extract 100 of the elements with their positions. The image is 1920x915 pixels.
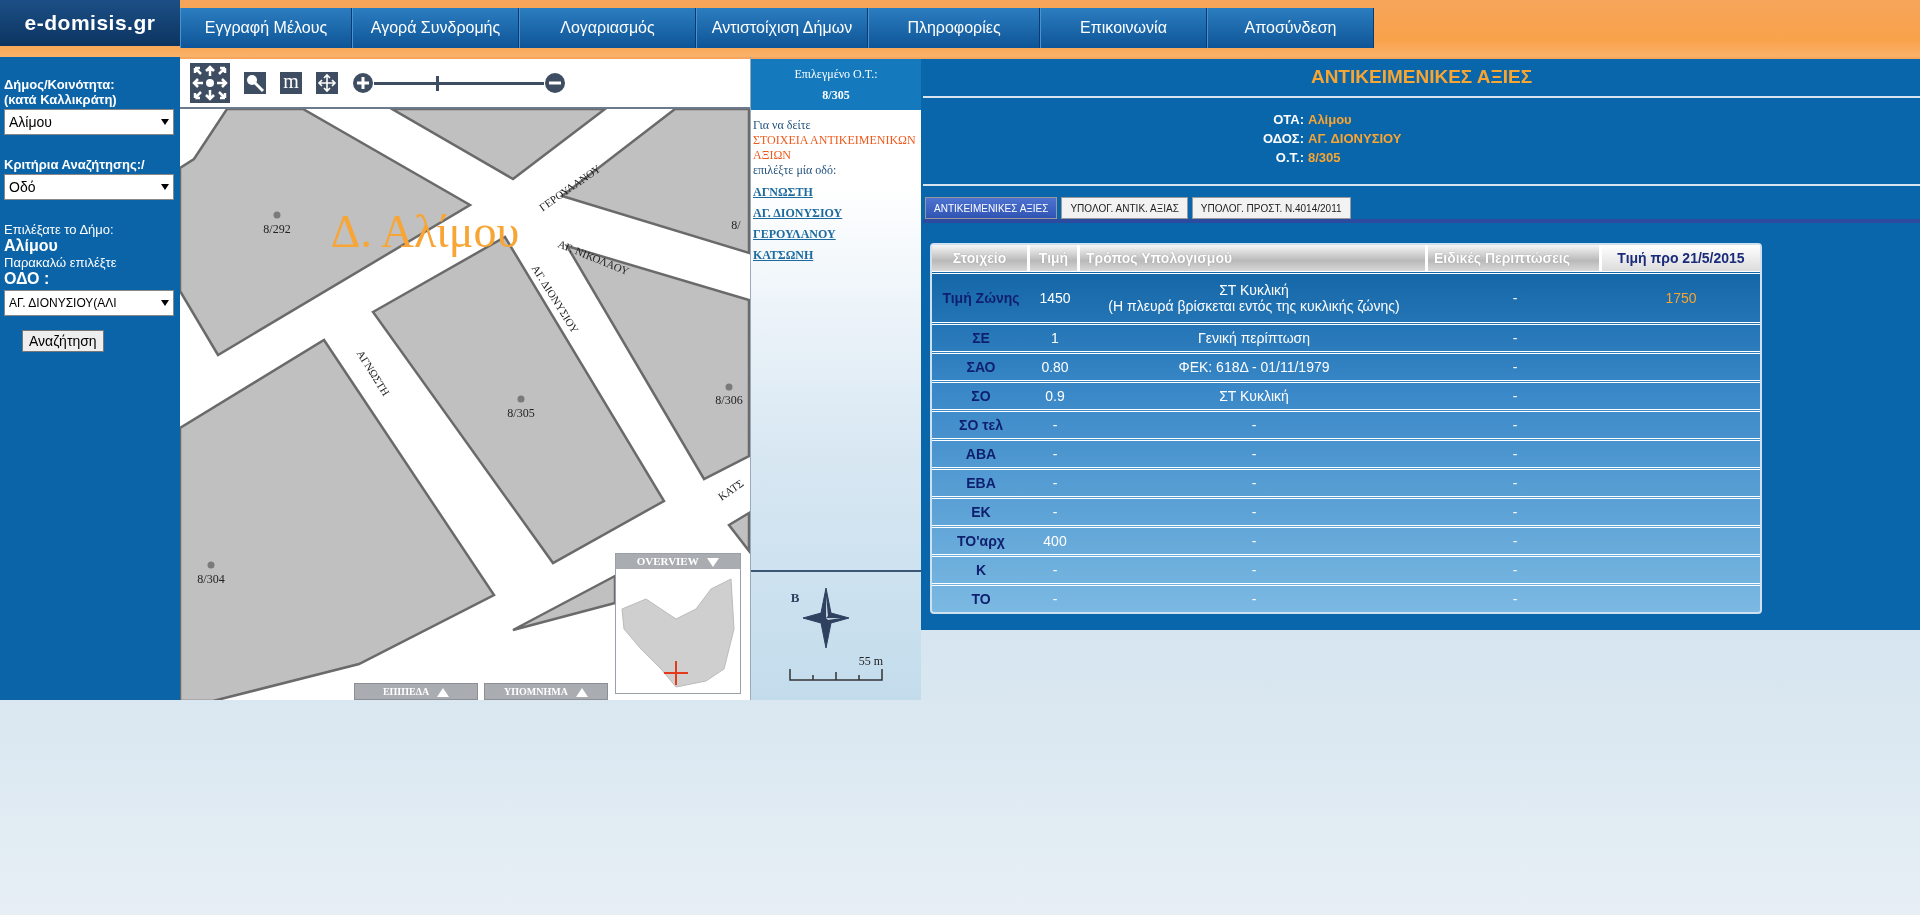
- zoom-in-icon[interactable]: [352, 72, 374, 94]
- page-title: ΑΝΤΙΚΕΙΜΕΝΙΚΕΣ ΑΞΙΕΣ: [1309, 65, 1534, 89]
- hint-text: Παρακαλώ επιλέξτε: [4, 255, 118, 270]
- block-label: 8/: [731, 218, 741, 232]
- nav-link[interactable]: Αγορά Συνδρομής: [352, 8, 519, 48]
- tab[interactable]: ΥΠΟΛΟΓ. ΑΝΤΙΚ. ΑΞΙΑΣ: [1061, 197, 1188, 219]
- criteria-select[interactable]: Οδό: [4, 174, 174, 200]
- table-cell: 1750: [1602, 271, 1760, 322]
- block-label: 8/304: [197, 572, 225, 586]
- nav-link[interactable]: Αντιστοίχιση Δήμων: [696, 8, 868, 48]
- block-label: 8/305: [507, 406, 535, 420]
- municipality-select[interactable]: Αλίμου: [4, 109, 174, 135]
- table-cell: -: [1428, 467, 1602, 496]
- table-cell: ΣΑΟ: [932, 351, 1030, 380]
- selected-block-value: 8/305: [821, 87, 851, 103]
- table-cell: -: [1080, 525, 1428, 554]
- city-block[interactable]: [180, 338, 496, 700]
- table-cell: ΕΒΑ: [932, 467, 1030, 496]
- table-cell: Κ: [932, 554, 1030, 583]
- pan-arrows-icon[interactable]: [190, 63, 230, 103]
- detail-value: Αλίμου: [1308, 111, 1352, 129]
- field-label: ΟΔΟ :: [4, 270, 51, 288]
- table-cell: ΣΟ τελ: [932, 409, 1030, 438]
- table-cell: -: [1428, 583, 1602, 612]
- table-cell: -: [1030, 554, 1080, 583]
- triangle-down-icon: [707, 557, 720, 567]
- nav-link[interactable]: Πληροφορίες: [868, 8, 1040, 48]
- table-cell: ΣΕ: [932, 322, 1030, 351]
- table-cell: -: [1030, 438, 1080, 467]
- street-select[interactable]: ΑΓ. ΔΙΟΝΥΣΙΟΥ(ΑΛΙ: [4, 290, 174, 316]
- dropdown-caret-icon: [161, 119, 169, 125]
- block-label: 8/306: [715, 393, 743, 407]
- detail-value: ΑΓ. ΔΙΟΝΥΣΙΟΥ: [1308, 130, 1402, 148]
- table-cell: -: [1428, 496, 1602, 525]
- table-cell: -: [1080, 583, 1428, 612]
- table-cell: ΣΟ: [932, 380, 1030, 409]
- hint-text: Επιλέξατε το Δήμο:: [4, 222, 115, 237]
- block-marker: [207, 561, 215, 569]
- nav-link[interactable]: Λογαριασμός: [519, 8, 696, 48]
- city-block[interactable]: [511, 573, 617, 632]
- zoom-slider-thumb[interactable]: [435, 75, 439, 91]
- nav-link[interactable]: Αποσύνδεση: [1207, 8, 1374, 48]
- field-label: Δήμος/Κοινότητα: (κατά Καλλικράτη): [4, 77, 118, 107]
- table-cell: -: [1080, 554, 1428, 583]
- column-header: Τιμή: [1030, 245, 1080, 271]
- search-icon[interactable]: [244, 72, 266, 94]
- table-cell: -: [1428, 271, 1602, 322]
- nav-link[interactable]: Επικοινωνία: [1040, 8, 1207, 48]
- table-cell: -: [1080, 496, 1428, 525]
- table-cell: Τιμή Ζώνης: [932, 271, 1030, 322]
- header-title: Επιλεγμένο Ο.Τ.:: [793, 66, 879, 82]
- block-marker: [517, 395, 525, 403]
- column-header: Τρόπος Υπολογισμού: [1080, 245, 1428, 271]
- table-cell: -: [1428, 380, 1602, 409]
- search-button[interactable]: Αναζήτηση: [22, 330, 104, 352]
- table-cell: -: [1428, 351, 1602, 380]
- table-cell: 0.9: [1030, 380, 1080, 409]
- table-cell: -: [1030, 467, 1080, 496]
- tab[interactable]: ΥΠΟΛΟΓ. ΠΡΟΣΤ. Ν.4014/2011: [1191, 197, 1351, 219]
- logo[interactable]: e-domisis.gr: [0, 0, 180, 46]
- table-cell: -: [1428, 554, 1602, 583]
- table-cell: ΑΒΑ: [932, 438, 1030, 467]
- table-cell: -: [1080, 409, 1428, 438]
- table-cell: ΤΟ: [932, 583, 1030, 612]
- measure-tool[interactable]: m: [280, 72, 302, 94]
- triangle-up-icon: [437, 688, 450, 698]
- move-icon[interactable]: [316, 72, 338, 94]
- table-cell: 0.80: [1030, 351, 1080, 380]
- detail-value: 8/305: [1308, 149, 1341, 167]
- detail-label: ΟΤΑ:: [1272, 111, 1305, 129]
- nav-link[interactable]: Εγγραφή Μέλους: [180, 8, 352, 48]
- scale-label: 55 m: [858, 654, 883, 669]
- table-cell: -: [1080, 438, 1428, 467]
- column-header: Ειδικές Περιπτώσεις: [1428, 245, 1602, 271]
- column-header: Στοιχείο: [932, 245, 1030, 271]
- block-label: 8/292: [263, 222, 291, 236]
- compass-icon: [801, 586, 852, 650]
- dropdown-caret-icon: [161, 300, 169, 306]
- instruction-text: Για να δείτε ΣΤΟΙΧΕΙΑ ΑΝΤΙΚΕΙΜΕΝΙΚΩΝ ΑΞΙΩΝ επιλέξτε μία οδό:: [753, 118, 917, 178]
- table-cell: -: [1080, 467, 1428, 496]
- street-link[interactable]: ΑΓΝΩΣΤΗ: [753, 185, 813, 200]
- table-cell: -: [1428, 525, 1602, 554]
- block-marker: [273, 211, 281, 219]
- field-label: Κριτήρια Αναζήτησης:/: [4, 157, 146, 172]
- table-cell: -: [1428, 438, 1602, 467]
- table-cell: 1450: [1030, 271, 1080, 322]
- tab[interactable]: ΑΝΤΙΚΕΙΜΕΝΙΚΕΣ ΑΞΙΕΣ: [925, 197, 1058, 219]
- chosen-municipality: Αλίμου: [4, 237, 59, 255]
- table-cell: ΣΤ Κυκλική: [1080, 380, 1428, 409]
- column-header: Τιμή προ 21/5/2015: [1602, 245, 1760, 271]
- dropdown-caret-icon: [161, 184, 169, 190]
- detail-label: Ο.Τ.:: [1274, 149, 1305, 167]
- street-link[interactable]: ΚΑΤΣΩΝΗ: [753, 248, 814, 263]
- table-cell: ΕΚ: [932, 496, 1030, 525]
- street-link[interactable]: ΑΓ. ΔΙΟΝΥΣΙΟΥ: [753, 206, 843, 221]
- zoom-out-icon[interactable]: [544, 72, 566, 94]
- street-link[interactable]: ΓΕΡΟΥΛΑΝΟΥ: [753, 227, 836, 242]
- table-cell: ΦΕΚ: 618Δ - 01/11/1979: [1080, 351, 1428, 380]
- table-cell: -: [1428, 322, 1602, 351]
- table-cell: 1: [1030, 322, 1080, 351]
